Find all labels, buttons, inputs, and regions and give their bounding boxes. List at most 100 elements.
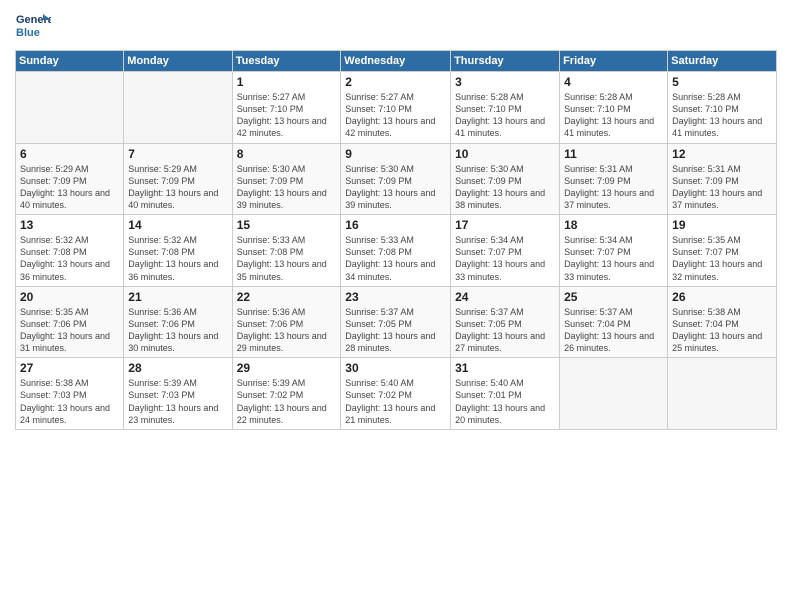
day-info: Sunrise: 5:37 AMSunset: 7:05 PMDaylight:… xyxy=(345,306,446,355)
day-number: 23 xyxy=(345,290,446,304)
day-info: Sunrise: 5:32 AMSunset: 7:08 PMDaylight:… xyxy=(128,234,227,283)
day-number: 19 xyxy=(672,218,772,232)
calendar-week-row: 20 Sunrise: 5:35 AMSunset: 7:06 PMDayligh… xyxy=(16,286,777,358)
calendar-week-row: 1 Sunrise: 5:27 AMSunset: 7:10 PMDaylight… xyxy=(16,72,777,144)
day-info: Sunrise: 5:32 AMSunset: 7:08 PMDaylight:… xyxy=(20,234,119,283)
day-info: Sunrise: 5:29 AMSunset: 7:09 PMDaylight:… xyxy=(128,163,227,212)
day-info: Sunrise: 5:31 AMSunset: 7:09 PMDaylight:… xyxy=(672,163,772,212)
calendar-cell: 27 Sunrise: 5:38 AMSunset: 7:03 PMDayligh… xyxy=(16,358,124,430)
calendar-cell: 4Sunrise: 5:28 AMSunset: 7:10 PMDaylight… xyxy=(560,72,668,144)
logo-icon: General Blue xyxy=(15,10,51,42)
weekday-header-row: SundayMondayTuesdayWednesdayThursdayFrid… xyxy=(16,51,777,72)
day-info: Sunrise: 5:31 AMSunset: 7:09 PMDaylight:… xyxy=(564,163,663,212)
day-number: 12 xyxy=(672,147,772,161)
day-info: Sunrise: 5:36 AMSunset: 7:06 PMDaylight:… xyxy=(128,306,227,355)
day-number: 28 xyxy=(128,361,227,375)
day-info: Sunrise: 5:33 AMSunset: 7:08 PMDaylight:… xyxy=(237,234,337,283)
calendar-cell: 18Sunrise: 5:34 AMSunset: 7:07 PMDayligh… xyxy=(560,215,668,287)
day-number: 10 xyxy=(455,147,555,161)
day-info: Sunrise: 5:37 AMSunset: 7:04 PMDaylight:… xyxy=(564,306,663,355)
day-info: Sunrise: 5:39 AMSunset: 7:02 PMDaylight:… xyxy=(237,377,337,426)
calendar-cell: 6Sunrise: 5:29 AMSunset: 7:09 PMDaylight… xyxy=(16,143,124,215)
weekday-header-saturday: Saturday xyxy=(668,51,777,72)
day-number: 27 xyxy=(20,361,119,375)
weekday-header-thursday: Thursday xyxy=(451,51,560,72)
day-number: 3 xyxy=(455,75,555,89)
calendar-cell: 30 Sunrise: 5:40 AMSunset: 7:02 PMDayligh… xyxy=(341,358,451,430)
calendar-cell: 13 Sunrise: 5:32 AMSunset: 7:08 PMDayligh… xyxy=(16,215,124,287)
day-number: 5 xyxy=(672,75,772,89)
calendar-cell: 31 Sunrise: 5:40 AMSunset: 7:01 PMDayligh… xyxy=(451,358,560,430)
day-number: 8 xyxy=(237,147,337,161)
day-number: 18 xyxy=(564,218,663,232)
day-info: Sunrise: 5:40 AMSunset: 7:02 PMDaylight:… xyxy=(345,377,446,426)
day-info: Sunrise: 5:28 AMSunset: 7:10 PMDaylight:… xyxy=(455,91,555,140)
calendar-cell: 8 Sunrise: 5:30 AMSunset: 7:09 PMDaylight… xyxy=(232,143,341,215)
weekday-header-friday: Friday xyxy=(560,51,668,72)
day-number: 20 xyxy=(20,290,119,304)
day-info: Sunrise: 5:33 AMSunset: 7:08 PMDaylight:… xyxy=(345,234,446,283)
day-info: Sunrise: 5:39 AMSunset: 7:03 PMDaylight:… xyxy=(128,377,227,426)
day-number: 2 xyxy=(345,75,446,89)
day-info: Sunrise: 5:27 AMSunset: 7:10 PMDaylight:… xyxy=(345,91,446,140)
calendar-cell: 24Sunrise: 5:37 AMSunset: 7:05 PMDayligh… xyxy=(451,286,560,358)
calendar-cell: 20 Sunrise: 5:35 AMSunset: 7:06 PMDayligh… xyxy=(16,286,124,358)
day-info: Sunrise: 5:30 AMSunset: 7:09 PMDaylight:… xyxy=(237,163,337,212)
day-number: 30 xyxy=(345,361,446,375)
calendar-cell xyxy=(16,72,124,144)
day-info: Sunrise: 5:30 AMSunset: 7:09 PMDaylight:… xyxy=(345,163,446,212)
day-number: 21 xyxy=(128,290,227,304)
day-number: 29 xyxy=(237,361,337,375)
calendar-table: SundayMondayTuesdayWednesdayThursdayFrid… xyxy=(15,50,777,430)
day-info: Sunrise: 5:30 AMSunset: 7:09 PMDaylight:… xyxy=(455,163,555,212)
day-info: Sunrise: 5:27 AMSunset: 7:10 PMDaylight:… xyxy=(237,91,337,140)
calendar-week-row: 27 Sunrise: 5:38 AMSunset: 7:03 PMDayligh… xyxy=(16,358,777,430)
day-info: Sunrise: 5:40 AMSunset: 7:01 PMDaylight:… xyxy=(455,377,555,426)
calendar-cell: 14 Sunrise: 5:32 AMSunset: 7:08 PMDayligh… xyxy=(124,215,232,287)
day-number: 16 xyxy=(345,218,446,232)
calendar-cell: 9 Sunrise: 5:30 AMSunset: 7:09 PMDaylight… xyxy=(341,143,451,215)
day-info: Sunrise: 5:28 AMSunset: 7:10 PMDaylight:… xyxy=(672,91,772,140)
calendar-cell: 21 Sunrise: 5:36 AMSunset: 7:06 PMDayligh… xyxy=(124,286,232,358)
logo: General Blue xyxy=(15,10,51,42)
weekday-header-monday: Monday xyxy=(124,51,232,72)
day-number: 31 xyxy=(455,361,555,375)
day-number: 22 xyxy=(237,290,337,304)
calendar-cell: 28 Sunrise: 5:39 AMSunset: 7:03 PMDayligh… xyxy=(124,358,232,430)
calendar-cell: 23 Sunrise: 5:37 AMSunset: 7:05 PMDayligh… xyxy=(341,286,451,358)
weekday-header-tuesday: Tuesday xyxy=(232,51,341,72)
calendar-cell: 26Sunrise: 5:38 AMSunset: 7:04 PMDayligh… xyxy=(668,286,777,358)
calendar-cell xyxy=(668,358,777,430)
day-number: 13 xyxy=(20,218,119,232)
calendar-week-row: 6 Sunrise: 5:29 AMSunset: 7:09 PMDaylight… xyxy=(16,143,777,215)
calendar-cell: 15Sunrise: 5:33 AMSunset: 7:08 PMDayligh… xyxy=(232,215,341,287)
calendar-cell: 12 Sunrise: 5:31 AMSunset: 7:09 PMDayligh… xyxy=(668,143,777,215)
day-info: Sunrise: 5:35 AMSunset: 7:06 PMDaylight:… xyxy=(20,306,119,355)
day-number: 17 xyxy=(455,218,555,232)
calendar-cell: 1 Sunrise: 5:27 AMSunset: 7:10 PMDaylight… xyxy=(232,72,341,144)
calendar-cell: 17Sunrise: 5:34 AMSunset: 7:07 PMDayligh… xyxy=(451,215,560,287)
day-number: 9 xyxy=(345,147,446,161)
day-info: Sunrise: 5:38 AMSunset: 7:03 PMDaylight:… xyxy=(20,377,119,426)
calendar-cell: 11Sunrise: 5:31 AMSunset: 7:09 PMDayligh… xyxy=(560,143,668,215)
day-info: Sunrise: 5:38 AMSunset: 7:04 PMDaylight:… xyxy=(672,306,772,355)
calendar-cell: 3 Sunrise: 5:28 AMSunset: 7:10 PMDaylight… xyxy=(451,72,560,144)
calendar-cell xyxy=(124,72,232,144)
day-number: 25 xyxy=(564,290,663,304)
day-number: 6 xyxy=(20,147,119,161)
page: General Blue SundayMondayTuesdayWednesda… xyxy=(0,0,792,612)
calendar-cell: 22Sunrise: 5:36 AMSunset: 7:06 PMDayligh… xyxy=(232,286,341,358)
day-number: 14 xyxy=(128,218,227,232)
calendar-cell xyxy=(560,358,668,430)
calendar-cell: 25 Sunrise: 5:37 AMSunset: 7:04 PMDayligh… xyxy=(560,286,668,358)
calendar-week-row: 13 Sunrise: 5:32 AMSunset: 7:08 PMDayligh… xyxy=(16,215,777,287)
day-info: Sunrise: 5:28 AMSunset: 7:10 PMDaylight:… xyxy=(564,91,663,140)
calendar-cell: 16 Sunrise: 5:33 AMSunset: 7:08 PMDayligh… xyxy=(341,215,451,287)
calendar-cell: 19 Sunrise: 5:35 AMSunset: 7:07 PMDayligh… xyxy=(668,215,777,287)
day-info: Sunrise: 5:35 AMSunset: 7:07 PMDaylight:… xyxy=(672,234,772,283)
day-number: 1 xyxy=(237,75,337,89)
calendar-cell: 29 Sunrise: 5:39 AMSunset: 7:02 PMDayligh… xyxy=(232,358,341,430)
weekday-header-wednesday: Wednesday xyxy=(341,51,451,72)
day-number: 7 xyxy=(128,147,227,161)
calendar-cell: 10 Sunrise: 5:30 AMSunset: 7:09 PMDayligh… xyxy=(451,143,560,215)
